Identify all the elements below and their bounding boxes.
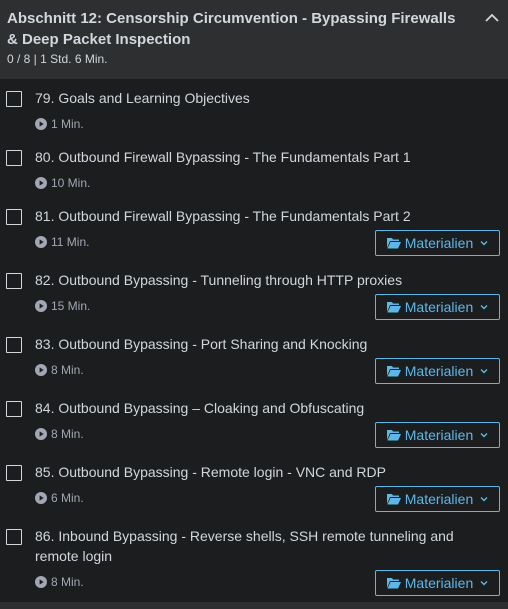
chevron-down-icon: [480, 581, 488, 586]
lecture-checkbox[interactable]: [6, 529, 22, 545]
lecture-duration: 8 Min.: [35, 363, 84, 377]
play-icon: [35, 576, 47, 588]
lecture-item[interactable]: 84. Outbound Bypassing – Cloaking and Ob…: [0, 389, 508, 453]
lecture-duration: 8 Min.: [35, 575, 84, 589]
lecture-item[interactable]: 83. Outbound Bypassing - Port Sharing an…: [0, 325, 508, 389]
play-icon: [35, 300, 47, 312]
lecture-duration: 8 Min.: [35, 427, 84, 441]
lecture-checkbox[interactable]: [6, 91, 22, 107]
lecture-item[interactable]: 86. Inbound Bypassing - Reverse shells, …: [0, 517, 508, 601]
lecture-list: 79. Goals and Learning Objectives 1 Min.…: [0, 79, 508, 601]
chevron-down-icon: [480, 241, 488, 246]
section-progress: 0 / 8 | 1 Std. 6 Min.: [7, 52, 108, 66]
section-header[interactable]: Abschnitt 12: Censorship Circumvention -…: [0, 0, 508, 79]
lecture-duration: 11 Min.: [35, 235, 89, 249]
resources-label: Materialien: [404, 427, 474, 443]
play-icon: [35, 428, 47, 440]
folder-open-icon: [386, 366, 401, 377]
lecture-item[interactable]: 82. Outbound Bypassing - Tunneling throu…: [0, 261, 508, 325]
chevron-up-icon[interactable]: [484, 10, 500, 26]
duration-text: 11 Min.: [51, 235, 90, 249]
play-icon: [35, 118, 47, 130]
play-icon: [35, 236, 47, 248]
section-title: Abschnitt 12: Censorship Circumvention -…: [7, 10, 456, 48]
duration-text: 8 Min.: [51, 363, 84, 377]
duration-text: 15 Min.: [51, 299, 91, 313]
lecture-duration: 1 Min.: [35, 117, 84, 131]
chevron-down-icon: [480, 305, 488, 310]
chevron-down-icon: [480, 497, 488, 502]
resources-label: Materialien: [404, 299, 474, 315]
lecture-title[interactable]: 79. Goals and Learning Objectives: [35, 88, 480, 108]
lecture-checkbox[interactable]: [6, 150, 22, 166]
lecture-checkbox[interactable]: [6, 273, 22, 289]
resources-dropdown-button[interactable]: Materialien: [375, 230, 500, 256]
resources-label: Materialien: [404, 575, 474, 591]
next-section-header[interactable]: [0, 602, 508, 609]
lecture-title[interactable]: 81. Outbound Firewall Bypassing - The Fu…: [35, 206, 480, 226]
duration-text: 8 Min.: [51, 575, 84, 589]
resources-label: Materialien: [404, 491, 474, 507]
lecture-checkbox[interactable]: [6, 465, 22, 481]
duration-text: 6 Min.: [51, 491, 84, 505]
resources-dropdown-button[interactable]: Materialien: [375, 486, 500, 512]
resources-label: Materialien: [404, 363, 474, 379]
lecture-title[interactable]: 80. Outbound Firewall Bypassing - The Fu…: [35, 147, 480, 167]
lecture-title[interactable]: 83. Outbound Bypassing - Port Sharing an…: [35, 334, 480, 354]
resources-dropdown-button[interactable]: Materialien: [375, 294, 500, 320]
folder-open-icon: [386, 430, 401, 441]
lecture-title[interactable]: 82. Outbound Bypassing - Tunneling throu…: [35, 270, 480, 290]
lecture-item[interactable]: 81. Outbound Firewall Bypassing - The Fu…: [0, 197, 508, 261]
resources-dropdown-button[interactable]: Materialien: [375, 358, 500, 384]
lecture-title[interactable]: 86. Inbound Bypassing - Reverse shells, …: [35, 526, 472, 566]
chevron-down-icon: [480, 433, 488, 438]
folder-open-icon: [386, 302, 401, 313]
lecture-checkbox[interactable]: [6, 209, 22, 225]
folder-open-icon: [386, 238, 401, 249]
folder-open-icon: [386, 494, 401, 505]
play-icon: [35, 492, 47, 504]
duration-text: 10 Min.: [51, 176, 91, 190]
duration-text: 8 Min.: [51, 427, 84, 441]
play-icon: [35, 177, 47, 189]
lecture-item[interactable]: 80. Outbound Firewall Bypassing - The Fu…: [0, 138, 508, 197]
lecture-checkbox[interactable]: [6, 401, 22, 417]
lecture-title[interactable]: 85. Outbound Bypassing - Remote login - …: [35, 462, 480, 482]
lecture-duration: 15 Min.: [35, 299, 90, 313]
chevron-down-icon: [480, 369, 488, 374]
folder-open-icon: [386, 578, 401, 589]
lecture-item[interactable]: 79. Goals and Learning Objectives 1 Min.: [0, 79, 508, 138]
lecture-checkbox[interactable]: [6, 337, 22, 353]
resources-label: Materialien: [404, 235, 474, 251]
lecture-duration: 10 Min.: [35, 176, 90, 190]
lecture-duration: 6 Min.: [35, 491, 84, 505]
lecture-title[interactable]: 84. Outbound Bypassing – Cloaking and Ob…: [35, 398, 480, 418]
duration-text: 1 Min.: [51, 117, 84, 131]
resources-dropdown-button[interactable]: Materialien: [375, 422, 500, 448]
resources-dropdown-button[interactable]: Materialien: [375, 570, 500, 596]
lecture-item[interactable]: 85. Outbound Bypassing - Remote login - …: [0, 453, 508, 517]
play-icon: [35, 364, 47, 376]
